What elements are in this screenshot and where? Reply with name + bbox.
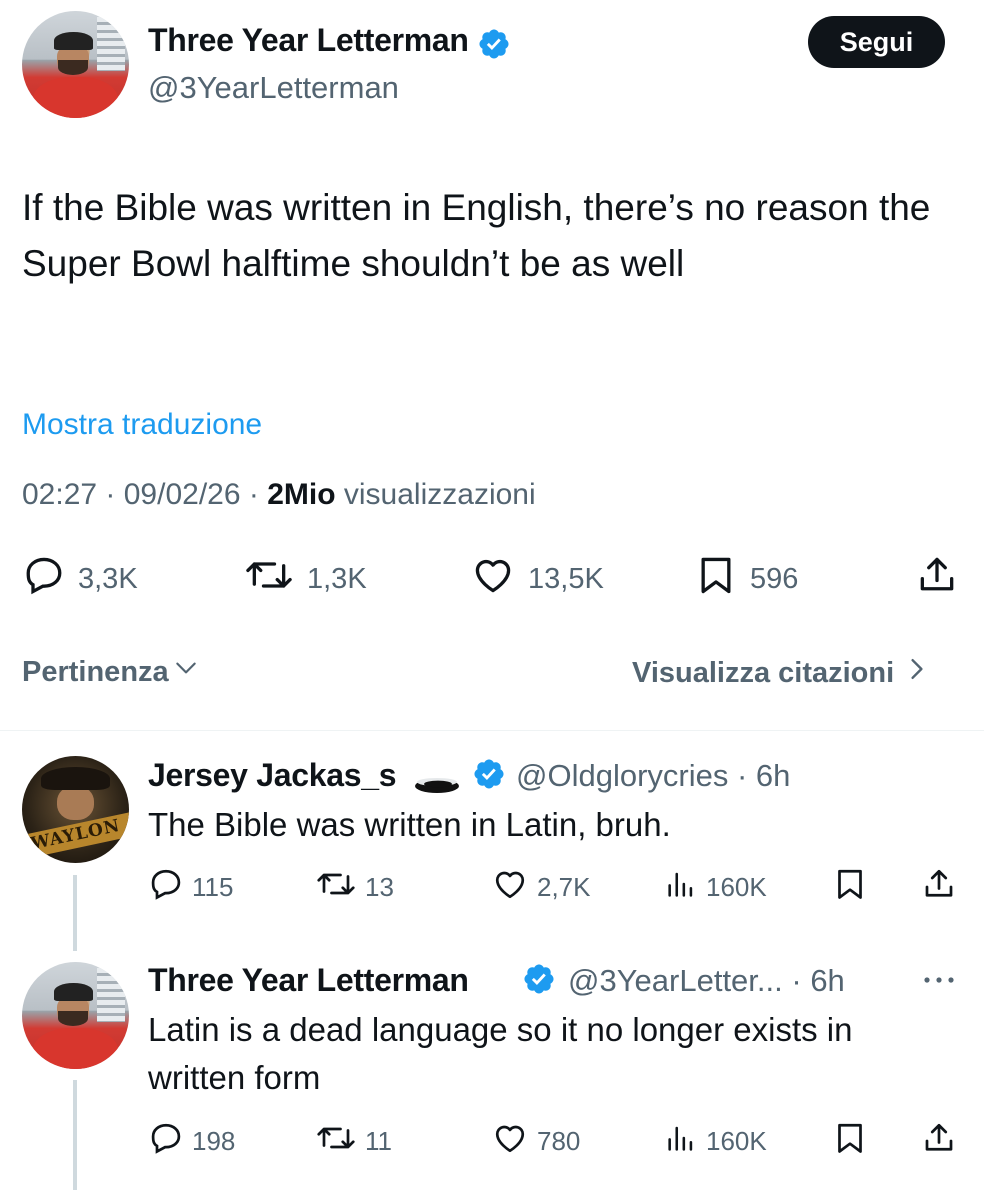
tweet-meta: 02:27 · 09/02/26 · 2Mio visualizzazioni	[22, 478, 536, 511]
share-button[interactable]	[914, 557, 972, 601]
reply-count: 198	[192, 1126, 236, 1156]
share-icon	[920, 866, 966, 909]
follow-button[interactable]: Segui	[808, 16, 945, 68]
author-handle[interactable]: @3YearLetterman	[148, 70, 399, 106]
retweet-icon	[243, 553, 307, 605]
views-label: visualizzazioni	[343, 478, 536, 511]
bookmark-button[interactable]	[832, 1120, 876, 1163]
avatar[interactable]	[22, 11, 129, 118]
chevron-right-icon	[906, 655, 928, 691]
sort-dropdown[interactable]: Pertinenza	[22, 655, 199, 689]
chevron-down-icon	[173, 655, 199, 689]
like-button[interactable]: 2,7K	[491, 866, 591, 909]
bookmark-button[interactable]	[832, 866, 876, 909]
views-icon	[664, 866, 706, 909]
share-button[interactable]	[920, 866, 966, 909]
thread-line	[73, 875, 77, 951]
reply-text: Latin is a dead language so it no longer…	[148, 1011, 853, 1096]
views-button[interactable]: 160K	[664, 1120, 767, 1163]
bookmark-count: 596	[750, 562, 799, 595]
sort-label: Pertinenza	[22, 655, 169, 688]
reply-meta: @3YearLetter... · 6h	[568, 963, 845, 998]
views-count: 160K	[706, 1126, 767, 1156]
hole-emoji-icon	[412, 776, 462, 799]
like-count: 13,5K	[528, 562, 604, 595]
retweet-count: 13	[365, 872, 394, 902]
avatar[interactable]	[22, 962, 129, 1069]
divider	[0, 730, 984, 731]
reply-icon	[22, 553, 78, 605]
reply-meta: @Oldglorycries · 6h	[516, 758, 791, 793]
retweet-button[interactable]: 11	[315, 1120, 392, 1163]
verified-icon	[472, 757, 506, 796]
views-button[interactable]: 160K	[664, 866, 767, 909]
reply-author-name[interactable]: Jersey Jackas_s	[148, 757, 397, 794]
reply-count: 3,3K	[78, 562, 138, 595]
author-name-row[interactable]: Three Year Letterman	[148, 22, 511, 66]
verified-icon	[477, 27, 511, 66]
views-count: 2Mio	[267, 478, 336, 511]
like-icon	[491, 1120, 537, 1163]
share-icon	[920, 1120, 966, 1163]
like-count: 2,7K	[537, 872, 591, 902]
like-count: 780	[537, 1126, 581, 1156]
author-name[interactable]: Three Year Letterman	[148, 22, 469, 58]
reply-icon	[148, 1120, 192, 1163]
tweet-text: If the Bible was written in English, the…	[22, 187, 931, 284]
bookmark-button[interactable]: 596	[694, 557, 798, 601]
bookmark-icon	[832, 1120, 876, 1163]
reply-author-name[interactable]: Three Year Letterman	[148, 962, 469, 999]
verified-icon	[522, 962, 556, 1001]
reply-text: The Bible was written in Latin, bruh.	[148, 806, 671, 843]
reply-button[interactable]: 3,3K	[22, 557, 138, 601]
retweet-count: 11	[365, 1126, 392, 1156]
retweet-icon	[315, 1120, 365, 1163]
avatar[interactable]: WAYLON	[22, 756, 129, 863]
like-button[interactable]: 780	[491, 1120, 580, 1163]
views-count: 160K	[706, 872, 767, 902]
reply-age[interactable]: 6h	[810, 963, 844, 998]
reply-icon	[148, 866, 192, 909]
retweet-button[interactable]: 13	[315, 866, 394, 909]
view-quotes-link[interactable]: Visualizza citazioni	[632, 655, 928, 691]
views-icon	[664, 1120, 706, 1163]
reply-count: 115	[192, 872, 234, 902]
reply-button[interactable]: 115	[148, 866, 233, 909]
show-translation-link[interactable]: Mostra traduzione	[22, 408, 262, 442]
bookmark-icon	[832, 866, 876, 909]
reply-author-handle[interactable]: @3YearLetter...	[568, 963, 783, 998]
reply-age[interactable]: 6h	[756, 758, 790, 793]
retweet-count: 1,3K	[307, 562, 367, 595]
thread-line	[73, 1080, 77, 1190]
share-icon	[914, 553, 972, 605]
like-button[interactable]: 13,5K	[470, 557, 604, 601]
reply-author-handle[interactable]: @Oldglorycries	[516, 758, 728, 793]
retweet-icon	[315, 866, 365, 909]
share-button[interactable]	[920, 1120, 966, 1163]
like-icon	[491, 866, 537, 909]
retweet-button[interactable]: 1,3K	[243, 557, 367, 601]
view-quotes-label: Visualizza citazioni	[632, 656, 895, 689]
reply-button[interactable]: 198	[148, 1120, 235, 1163]
bookmark-icon	[694, 553, 750, 605]
like-icon	[470, 553, 528, 605]
tweet-time[interactable]: 02:27	[22, 478, 97, 511]
more-icon[interactable]	[918, 968, 960, 997]
tweet-date[interactable]: 09/02/26	[124, 478, 241, 511]
